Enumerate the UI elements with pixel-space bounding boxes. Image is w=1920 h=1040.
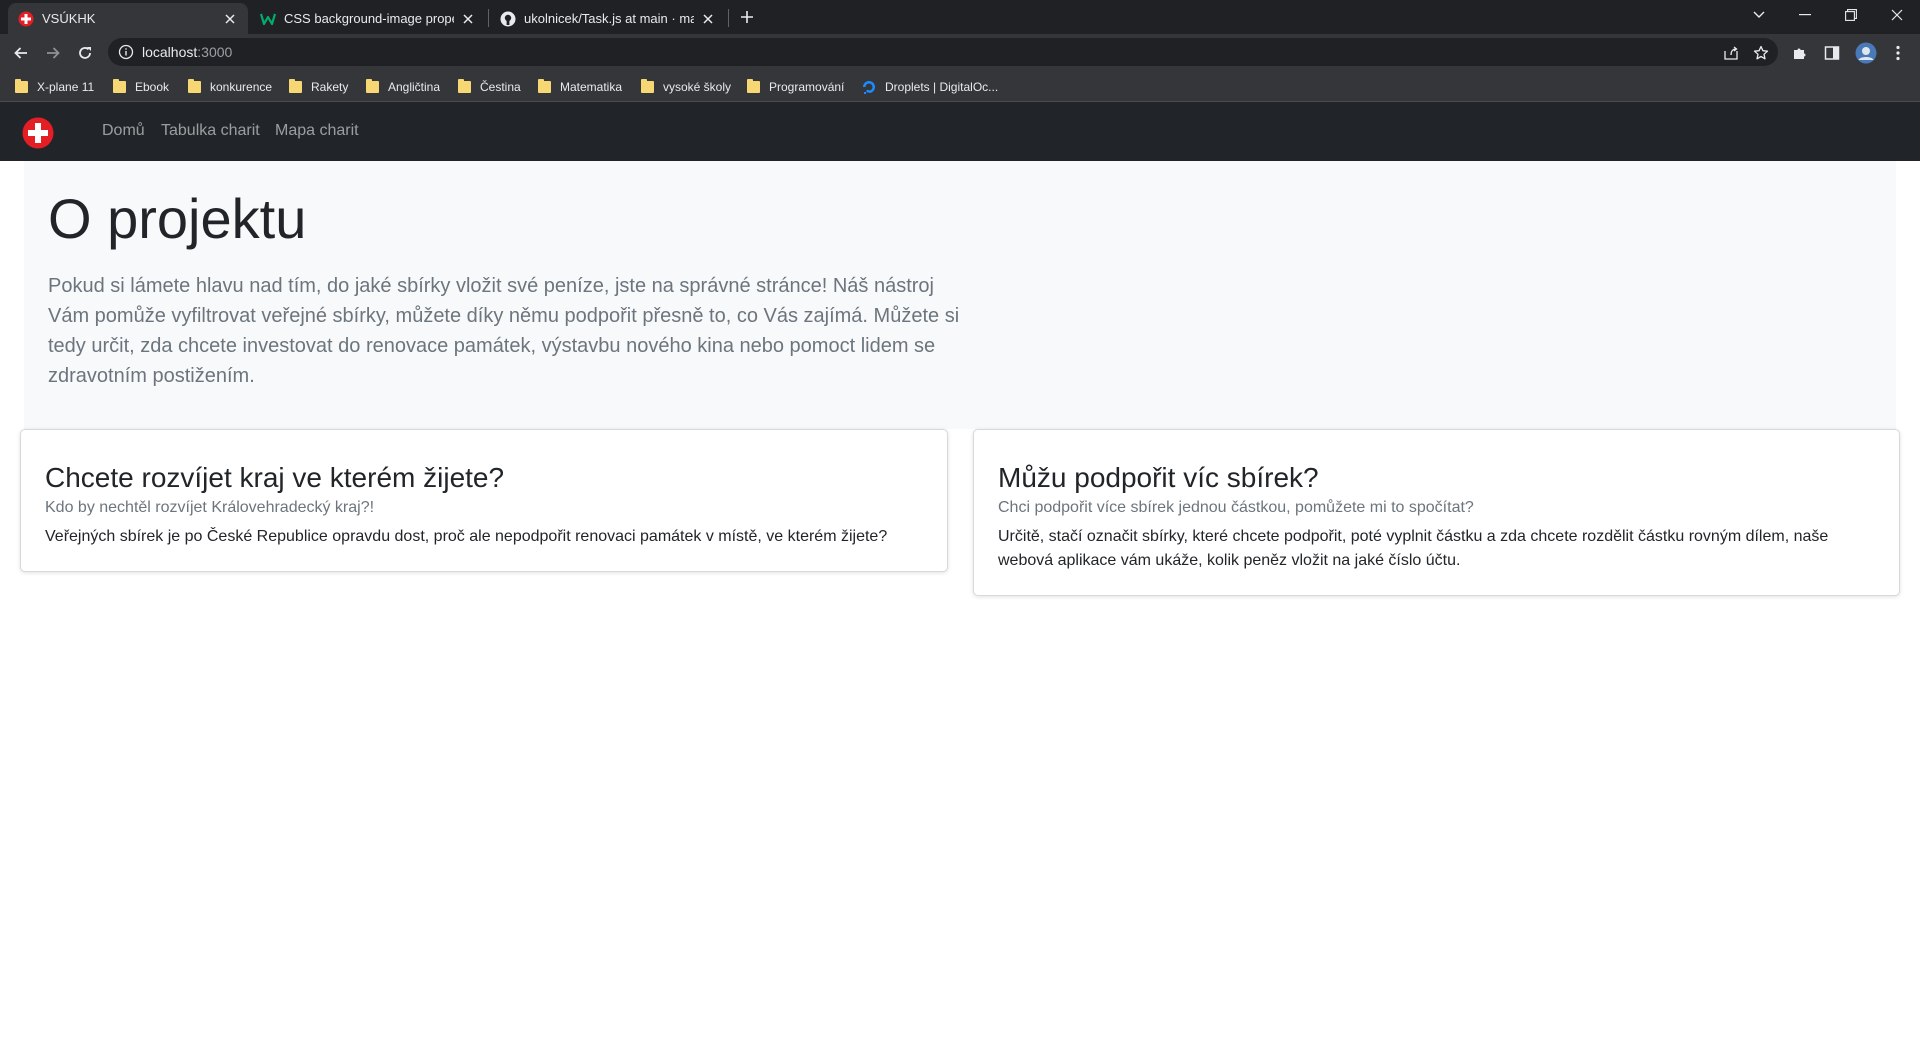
folder-icon [538,79,551,93]
address-bar[interactable]: localhost:3000 [108,38,1778,66]
bookmark-anglictina[interactable]: Angličtina [366,77,440,97]
bookmark-label: Angličtina [388,80,441,94]
back-arrow-icon[interactable] [8,40,34,66]
bookmark-label: Čestina [480,80,521,94]
bookmark-x-plane[interactable]: X-plane 11 [15,77,94,97]
forward-arrow-icon[interactable] [40,40,66,66]
folder-icon [113,79,126,93]
site-navbar: Domů Tabulka charit Mapa charit [0,102,1920,161]
card-title: Můžu podpořit víc sbírek? [998,462,1319,493]
bookmark-label: X-plane 11 [37,80,95,94]
bookmark-label: Ebook [135,80,170,94]
folder-icon [641,79,654,93]
multiple-collections-card: Můžu podpořit víc sbírek? Chci podpořit … [973,429,1900,596]
bookmark-label: vysoké školy [663,80,732,94]
bookmark-label: Matematika [560,80,623,94]
red-cross-favicon-icon [18,11,34,27]
tab-title: ukolnicek/Task.js at main · matou [524,11,694,26]
hero-description: Pokud si lámete hlavu nad tím, do jaké s… [48,275,960,387]
folder-icon [289,79,302,93]
bookmark-rakety[interactable]: Rakety [289,77,348,97]
github-favicon-icon [500,11,516,27]
tab-separator [488,9,489,27]
close-window-icon[interactable] [1874,0,1920,30]
minimize-window-icon[interactable] [1782,0,1828,30]
tab-separator [728,9,729,27]
bookmark-droplets[interactable]: Droplets | DigitalOc... [861,77,998,97]
more-menu-icon[interactable] [1889,44,1907,62]
digitalocean-icon [861,79,877,95]
browser-tab-css-background[interactable]: CSS background-image property [250,3,486,34]
folder-icon [15,79,28,93]
share-icon[interactable] [1722,44,1740,62]
bookmark-ebook[interactable]: Ebook [113,77,169,97]
bookmark-konkurence[interactable]: konkurence [188,77,272,97]
region-card: Chcete rozvíjet kraj ve kterém žijete? K… [20,429,948,572]
new-tab-plus-icon[interactable] [736,6,758,28]
bookmark-star-icon[interactable] [1752,44,1770,62]
nav-link-charity-map[interactable]: Mapa charit [275,122,359,140]
w3schools-favicon-icon [260,11,276,27]
folder-icon [188,79,201,93]
bookmark-label: konkurence [210,80,273,94]
card-text: Určitě, stačí označit sbírky, které chce… [998,528,1829,569]
site-info-icon[interactable] [118,44,134,60]
browser-tab-vsukhk[interactable]: VSÚKHK [8,3,248,34]
bookmarks-bar: X-plane 11 Ebook konkurence Rakety Angli… [0,71,1920,102]
nav-link-home[interactable]: Domů [102,122,145,140]
bookmark-label: Rakety [311,80,349,94]
url-host: localhost [142,44,198,60]
extensions-puzzle-icon[interactable] [1791,44,1809,62]
tab-search-chevron-icon[interactable] [1736,0,1782,30]
side-panel-icon[interactable] [1823,44,1841,62]
close-tab-icon[interactable] [700,11,716,27]
folder-icon [366,79,379,93]
browser-toolbar: localhost:3000 [0,34,1920,71]
browser-tab-bar: VSÚKHK CSS background-image property uko… [0,0,1920,34]
bookmark-matematika[interactable]: Matematika [538,77,622,97]
profile-avatar[interactable] [1855,42,1877,64]
tab-title: VSÚKHK [42,11,96,26]
folder-icon [458,79,471,93]
page-title: O projektu [48,187,307,250]
restore-window-icon[interactable] [1828,0,1874,30]
bookmark-label: Programování [769,80,845,94]
bookmark-vysoke-skoly[interactable]: vysoké školy [641,77,731,97]
card-title: Chcete rozvíjet kraj ve kterém žijete? [45,462,505,493]
nav-link-charity-table[interactable]: Tabulka charit [161,122,260,140]
reload-icon[interactable] [72,40,98,66]
close-tab-icon[interactable] [222,11,238,27]
card-text: Veřejných sbírek je po České Republice o… [45,528,888,545]
card-subtitle: Chci podpořit více sbírek jednou částkou… [998,499,1474,516]
card-subtitle: Kdo by nechtěl rozvíjet Královehradecký … [45,499,375,516]
url-text: localhost:3000 [142,44,232,60]
tab-title: CSS background-image property [284,11,454,26]
bookmark-cestina[interactable]: Čestina [458,77,521,97]
bookmark-label: Droplets | DigitalOc... [885,80,999,94]
about-project-section: O projektu Pokud si lámete hlavu nad tím… [24,161,1896,429]
folder-icon [747,79,760,93]
close-tab-icon[interactable] [460,11,476,27]
browser-tab-github[interactable]: ukolnicek/Task.js at main · matou [490,3,726,34]
bookmark-programovani[interactable]: Programování [747,77,844,97]
url-port: :3000 [197,44,233,60]
red-cross-logo-icon[interactable] [22,117,54,149]
